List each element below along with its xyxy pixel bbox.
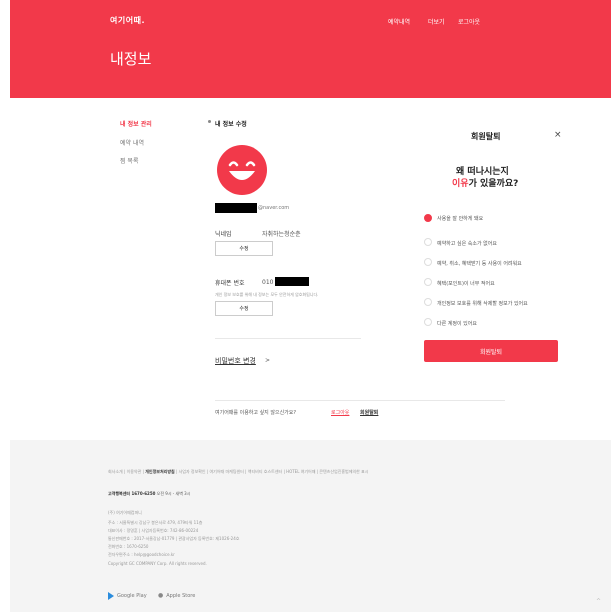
password-change-link[interactable]: 비밀번호 변경 [215, 356, 256, 366]
reason-radio-2[interactable] [424, 258, 432, 266]
google-play-link[interactable]: Google Play [108, 592, 147, 600]
withdraw-submit-button[interactable]: 회원탈퇴 [424, 340, 558, 362]
footer-links[interactable]: 회사소개 | 이용약관 | 개인정보처리방침 | 사업자 정보확인 | 여기어때… [108, 469, 368, 475]
reason-label-5[interactable]: 다른 계정이 있어요 [437, 320, 477, 327]
top-header [10, 0, 611, 98]
reason-radio-0[interactable] [424, 214, 432, 222]
page-title: 내정보 [110, 50, 152, 68]
reason-label-3[interactable]: 혜택(포인트)이 너무 적어요 [437, 280, 495, 287]
phone-redacted [275, 277, 309, 286]
nickname-value: 자취하는청순춘 [262, 231, 301, 238]
reason-label-1[interactable]: 예약하고 싶은 숙소가 없어요 [437, 240, 497, 247]
divider [215, 400, 505, 401]
withdraw-question-line2: 이유가 있을까요? [452, 179, 519, 189]
footer-customer-center: 고객행복센터 1670-6250 오전 9시 - 새벽 3시 [108, 491, 191, 496]
phone-note: 개인 정보 보호를 위해 내 정보는 모두 안전하게 암호화됩니다. [215, 292, 319, 297]
reason-radio-1[interactable] [424, 238, 432, 246]
nav-more[interactable]: 더보기 [428, 17, 445, 26]
footer-company-line: 통신판매번호 : 2017-서울강남-01779 | 관광사업자 등록번호: 제… [108, 536, 240, 541]
leave-question: 여기어때를 이용하고 싶지 않으신가요? [215, 410, 297, 416]
sidebar-item-my-info[interactable]: 내 정보 관리 [120, 119, 152, 128]
reason-label-0[interactable]: 사용을 잘 안하게 돼요 [437, 215, 483, 222]
bottom-withdraw-link[interactable]: 회원탈퇴 [360, 409, 378, 416]
reason-radio-4[interactable] [424, 298, 432, 306]
phone-edit-button[interactable]: 수정 [215, 301, 273, 316]
google-play-icon [108, 592, 114, 600]
logo[interactable]: 여기어때. [110, 15, 145, 26]
footer-company-line: 주소 : 서울특별시 강남구 봉은사로 479, 479타워 11층 [108, 520, 203, 525]
withdraw-panel-title: 회원탈퇴 [471, 132, 501, 141]
phone-prefix: 010 [262, 279, 274, 286]
section-bullet [208, 120, 211, 123]
bottom-logout-link[interactable]: 로그아웃 [331, 409, 349, 416]
footer-company-line: (주) 여기어때컴퍼니 [108, 510, 142, 515]
footer-company-line: 대표이사 : 정명훈 | 사업자등록번호: 742-86-00224 [108, 528, 199, 533]
section-title: 내 정보 수정 [215, 121, 247, 128]
apple-store-link[interactable]: ● Apple Store [158, 592, 195, 599]
footer-copyright: Copyright GC COMPANY Corp. All rights re… [108, 561, 207, 566]
chevron-right-icon: > [265, 357, 271, 364]
footer-company-line: 전화번호 : 1670-6250 [108, 544, 149, 549]
avatar-smile-icon[interactable] [217, 145, 267, 195]
nickname-label: 닉네임 [215, 231, 232, 238]
sidebar-item-reservations[interactable]: 예약 내역 [120, 138, 144, 147]
apple-icon: ● [158, 592, 164, 599]
footer-company-line: 전자우편주소 : help@goodchoice.kr [108, 552, 175, 557]
reason-radio-5[interactable] [424, 318, 432, 326]
email-domain: @naver.com [258, 205, 290, 211]
nav-reservations[interactable]: 예약내역 [388, 17, 410, 26]
scroll-top-icon[interactable]: ^ [596, 598, 606, 608]
footer [10, 440, 611, 612]
nickname-edit-button[interactable]: 수정 [215, 241, 273, 256]
sidebar-item-wishlist[interactable]: 찜 목록 [120, 156, 138, 165]
reason-label-2[interactable]: 예약, 취소, 혜택받기 등 사용이 어려워요 [437, 260, 522, 267]
reason-radio-3[interactable] [424, 278, 432, 286]
divider [215, 338, 361, 339]
close-icon[interactable]: × [554, 130, 562, 140]
reason-label-4[interactable]: 개인정보 보호를 위해 삭제할 정보가 있어요 [437, 300, 528, 307]
email-redacted [215, 203, 257, 213]
nav-logout[interactable]: 로그아웃 [458, 17, 480, 26]
phone-label: 휴대폰 번호 [215, 280, 245, 287]
